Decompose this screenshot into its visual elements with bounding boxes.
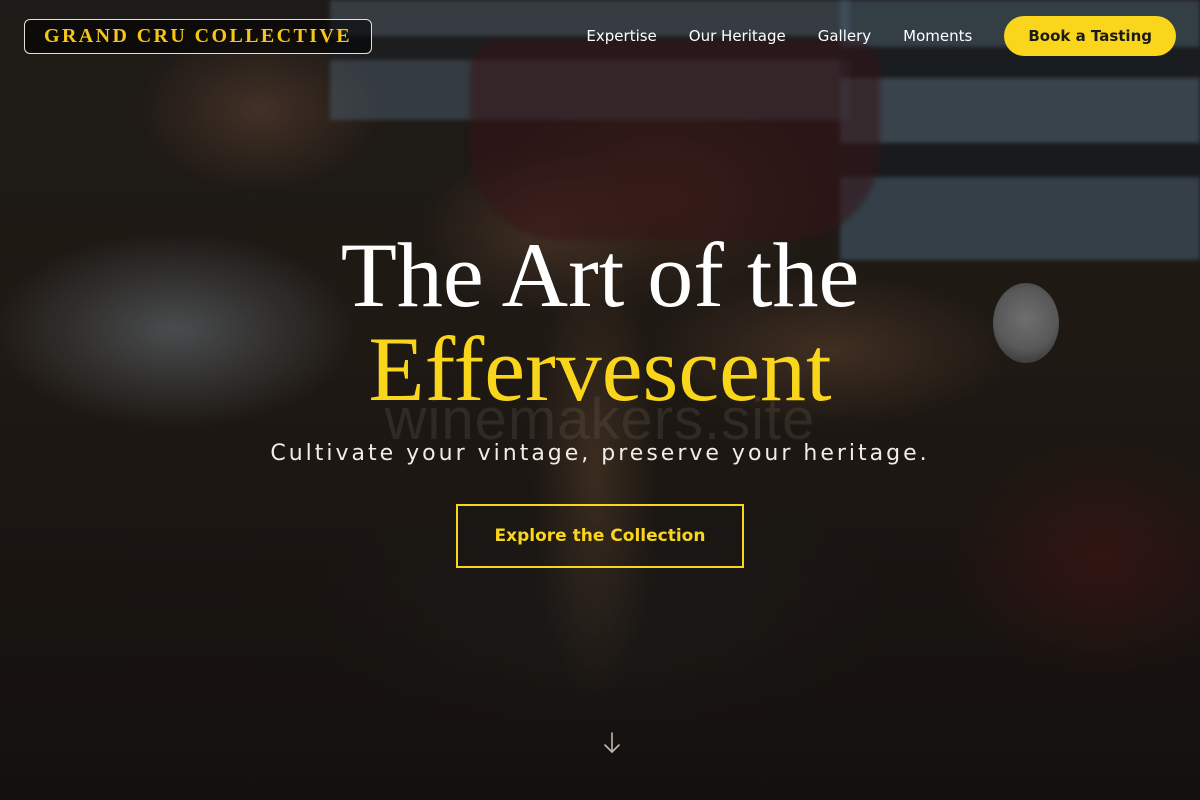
hero-title-line1: The Art of the xyxy=(340,224,860,326)
brand-logo[interactable]: GRAND CRU COLLECTIVE xyxy=(24,19,372,54)
hero-title: The Art of the Effervescent xyxy=(0,228,1200,416)
main-nav: Expertise Our Heritage Gallery Moments B… xyxy=(586,16,1176,56)
nav-link-gallery[interactable]: Gallery xyxy=(818,27,871,45)
arrow-down-icon[interactable] xyxy=(600,730,624,756)
nav-link-expertise[interactable]: Expertise xyxy=(586,27,656,45)
nav-link-moments[interactable]: Moments xyxy=(903,27,972,45)
hero-section: winemakers.site GRAND CRU COLLECTIVE Exp… xyxy=(0,0,1200,800)
hero-title-accent: Effervescent xyxy=(368,318,832,420)
nav-link-our-heritage[interactable]: Our Heritage xyxy=(689,27,786,45)
explore-collection-button[interactable]: Explore the Collection xyxy=(456,504,744,568)
hero-subtitle: Cultivate your vintage, preserve your he… xyxy=(270,441,930,466)
book-tasting-button[interactable]: Book a Tasting xyxy=(1004,16,1176,56)
